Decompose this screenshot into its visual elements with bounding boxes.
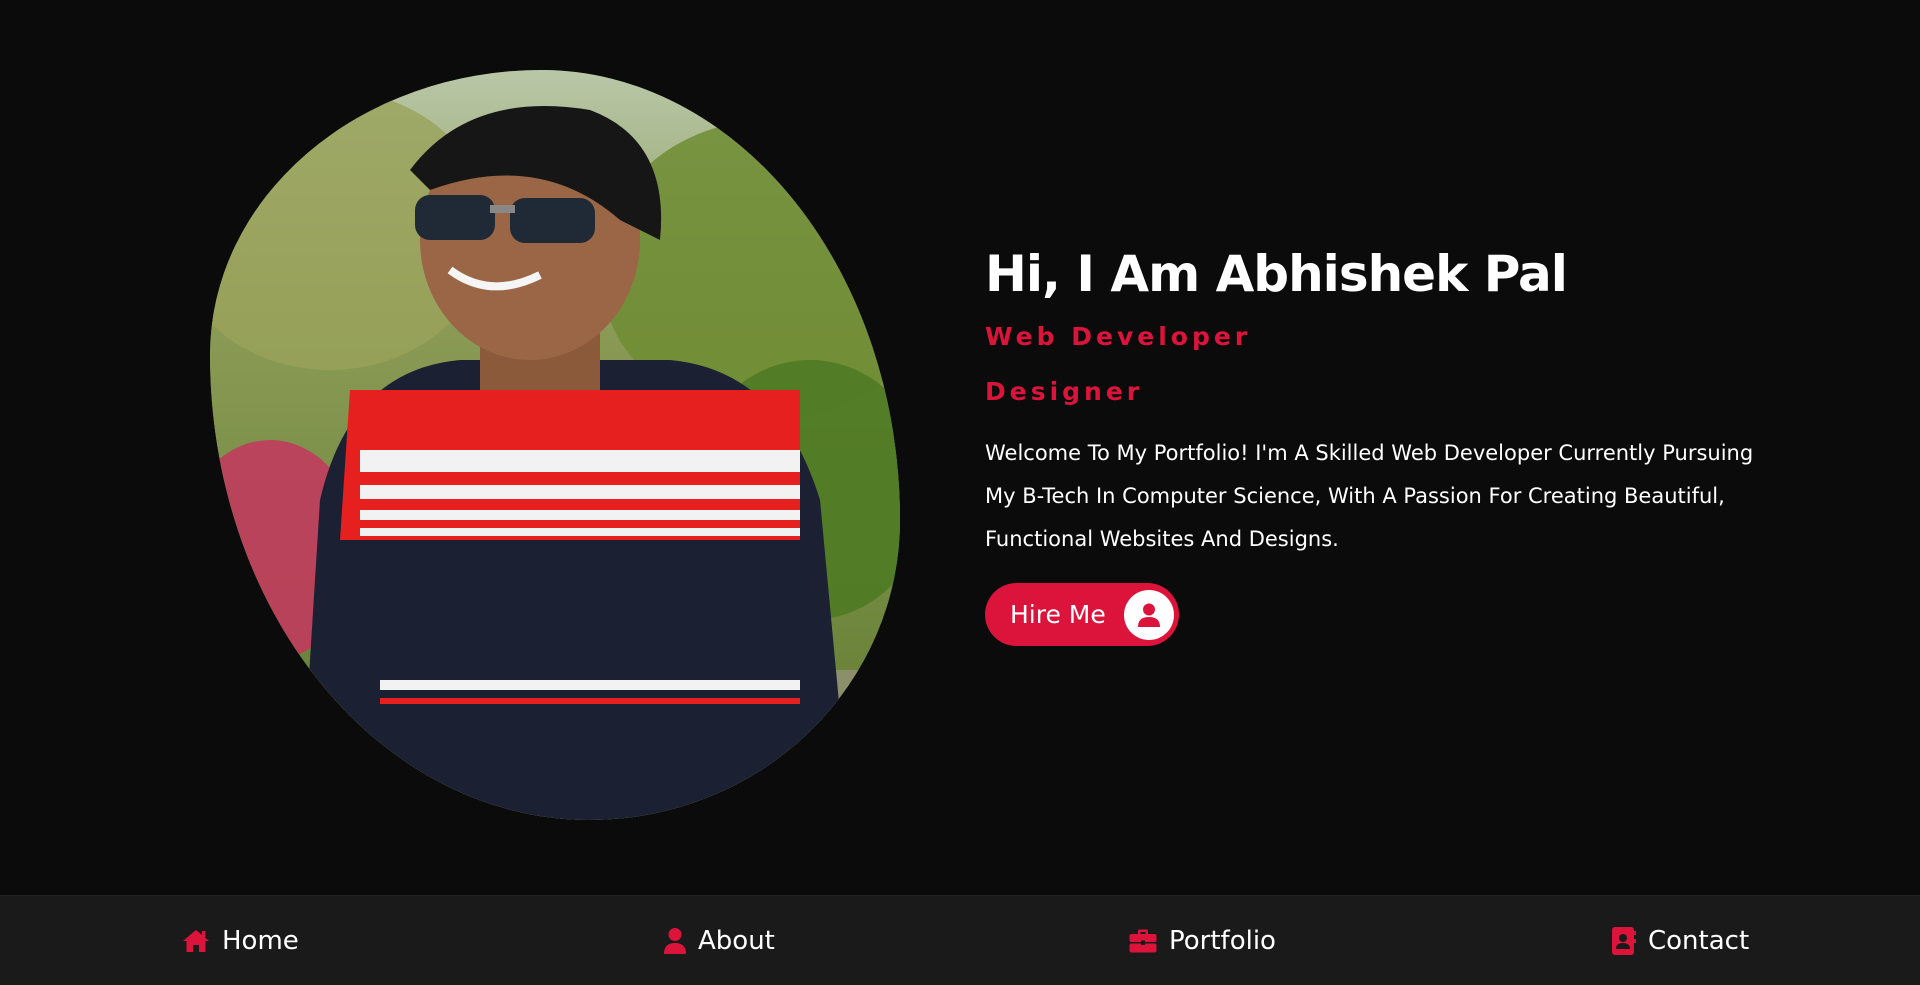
- nav-label-home: Home: [222, 926, 299, 956]
- contact-book-icon: [1612, 927, 1636, 955]
- nav-label-contact: Contact: [1648, 926, 1750, 956]
- intro-title: Hi, I Am Abhishek Pal: [985, 245, 1568, 303]
- intro-description: Welcome To My Portfolio! I'm A Skilled W…: [985, 441, 1754, 551]
- hire-me-label: Hire Me: [1010, 600, 1106, 629]
- nav-item-portfolio[interactable]: Portfolio: [1129, 896, 1276, 985]
- hero-section: Hi, I Am Abhishek Pal Web Developer Desi…: [0, 0, 1920, 895]
- briefcase-icon: [1129, 929, 1157, 953]
- user-icon: [1123, 589, 1174, 640]
- nav-item-home[interactable]: Home: [182, 896, 299, 985]
- role-web-developer: Web Developer: [985, 322, 1252, 351]
- nav-label-portfolio: Portfolio: [1169, 926, 1276, 956]
- home-icon: [182, 929, 210, 953]
- nav-label-about: About: [698, 926, 775, 956]
- bottom-nav: Home About Portfolio Contact: [0, 895, 1920, 985]
- nav-item-contact[interactable]: Contact: [1612, 896, 1749, 985]
- intro-block: Hi, I Am Abhishek Pal Web Developer Desi…: [985, 240, 1765, 646]
- hire-me-button[interactable]: Hire Me: [985, 583, 1179, 646]
- profile-photo: [210, 70, 900, 820]
- nav-item-about[interactable]: About: [664, 896, 775, 985]
- user-icon: [664, 928, 686, 954]
- portfolio-page: Hi, I Am Abhishek Pal Web Developer Desi…: [0, 0, 1920, 985]
- role-designer: Designer: [985, 377, 1144, 406]
